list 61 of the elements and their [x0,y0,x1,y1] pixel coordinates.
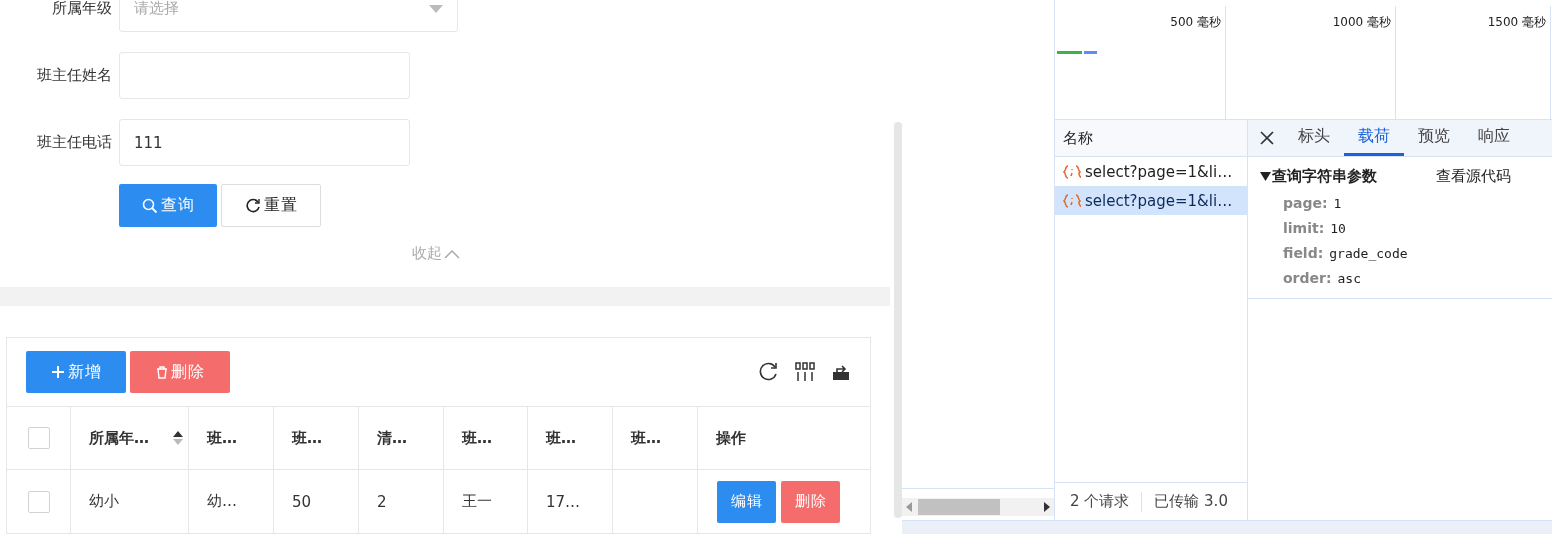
column-header: 清… [359,407,444,469]
triangle-icon[interactable] [1260,172,1271,181]
plus-icon [50,365,65,379]
field-label: 班主任姓名 [36,66,112,85]
table-cell: 50 [274,470,359,533]
section-title[interactable]: 查询字符串参数 [1260,167,1436,186]
request-bar-drawing [1057,51,1097,54]
input-field[interactable] [119,52,410,99]
tab[interactable]: 载荷 [1344,120,1404,156]
trash-icon [155,365,168,379]
reset-button[interactable]: 重置 [221,184,321,227]
time-tick-label: 500 毫秒 [1170,14,1221,31]
time-tick-label: 1500 毫秒 [1487,14,1546,31]
param-key: order: [1283,270,1332,286]
checkbox[interactable] [27,490,50,513]
view-source-link[interactable]: 查看源代码 [1436,167,1511,186]
table-cell: 2 [359,470,444,533]
param-value: grade_code [1329,246,1408,261]
table-cell: 17… [528,470,613,533]
param-value: asc [1337,271,1362,286]
search-icon [141,197,158,214]
braces-icon [1063,193,1081,208]
column-header: 所属年… [71,407,189,469]
field-label: 班主任电话 [36,133,112,152]
column-header[interactable]: 名称 [1055,120,1247,157]
checkbox[interactable] [27,427,50,449]
request-row[interactable]: select?page=1&li… [1055,186,1247,215]
refresh-icon [244,197,261,214]
sort-icon[interactable] [172,430,184,446]
column-header: 班… [528,407,613,469]
export-icon[interactable] [831,362,851,382]
braces-icon [1063,164,1081,179]
column-header: 操作 [698,407,871,469]
refresh-icon[interactable] [757,361,779,383]
tab[interactable]: 预览 [1404,120,1464,156]
right-arrow-icon[interactable] [1044,502,1050,512]
param-key: field: [1283,245,1324,261]
tab[interactable]: 响应 [1464,120,1524,156]
param-key: limit: [1283,220,1325,236]
scrollbar-thumb[interactable] [918,499,1000,515]
column-header: 班… [189,407,274,469]
chevron-up-icon [444,248,460,259]
column-header: 班… [444,407,528,469]
tab[interactable]: 标头 [1284,120,1344,156]
columns-icon[interactable] [795,362,815,382]
caret-icon [429,4,443,13]
column-header: 班… [613,407,698,469]
column-header: 班… [274,407,359,469]
close-icon[interactable] [1260,131,1274,145]
field-label: 所属年级 [51,0,112,18]
param-key: page: [1283,195,1328,211]
input-field[interactable]: 111 [119,119,410,166]
transfer-size: 已传输 3.0 [1154,492,1228,511]
request-count: 2 个请求 [1070,492,1130,511]
table-cell: 幼… [189,470,274,533]
time-tick-label: 1000 毫秒 [1332,14,1391,31]
param-value: 1 [1333,196,1342,211]
scrollbar-thumb[interactable] [894,122,902,518]
table-cell: 王一 [444,470,528,533]
param-value: 10 [1330,221,1346,236]
table-cell: 幼小 [71,470,189,533]
